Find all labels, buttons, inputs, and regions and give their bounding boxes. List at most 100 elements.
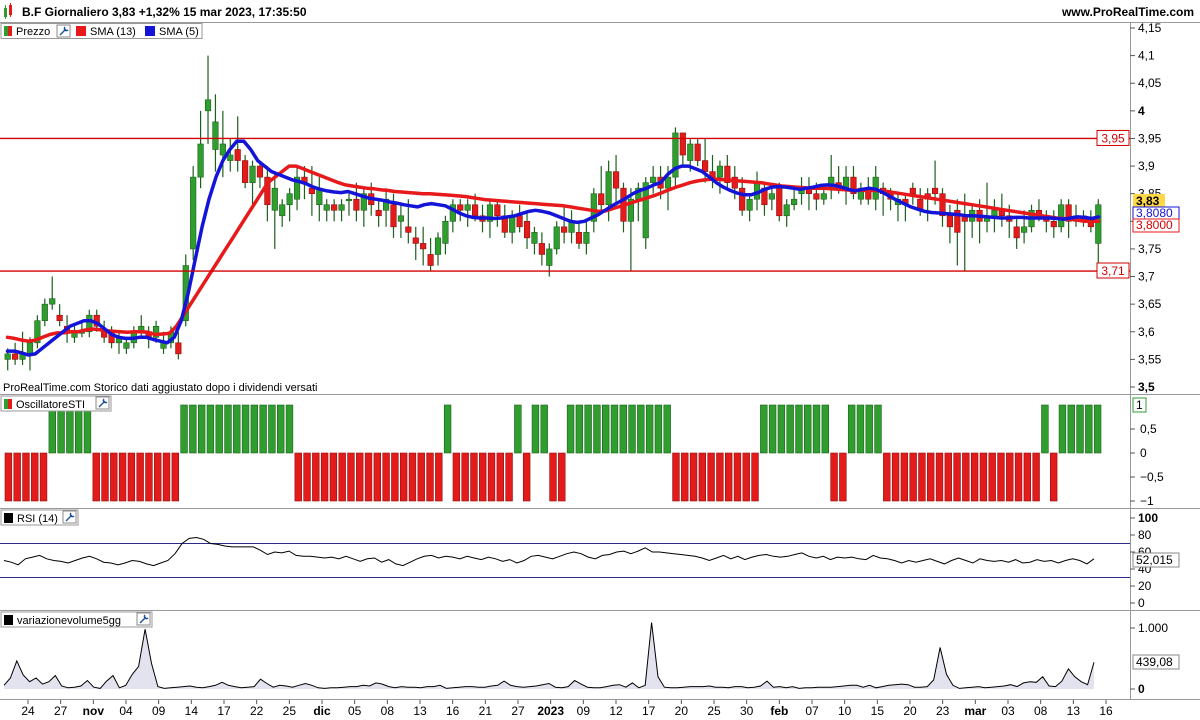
y-tick-label: 3,55 <box>1138 352 1162 366</box>
candle-body <box>197 143 204 178</box>
sti-bar <box>1058 404 1067 454</box>
sti-bar <box>136 452 144 502</box>
chart-canvas: B.F Giornaliero 3,83 +1,32% 15 mar 2023,… <box>0 0 1200 718</box>
rsi-line <box>3 536 1095 567</box>
sti-bar <box>48 404 57 454</box>
candle-body <box>353 198 360 211</box>
sti-bar <box>663 404 671 454</box>
sti-bar <box>1076 404 1084 454</box>
sti-bar <box>610 404 619 454</box>
sti-bar <box>197 404 206 454</box>
candle-body <box>531 232 538 244</box>
sti-bar <box>593 404 601 454</box>
y-tick-label: −0,5 <box>1140 470 1164 484</box>
sti-bar <box>927 452 935 502</box>
x-tick-label: 09 <box>152 704 166 718</box>
x-tick-label: 24 <box>21 704 35 718</box>
candle-body <box>768 193 775 200</box>
candle-body <box>26 342 34 355</box>
y-tick-label: 3,75 <box>1138 242 1162 256</box>
sti-bar <box>224 404 232 454</box>
x-tick-label: 25 <box>283 704 297 718</box>
sti-bar <box>382 452 390 502</box>
candle-body <box>204 99 212 112</box>
candle-body <box>219 143 226 156</box>
x-tick-label: 13 <box>1067 704 1081 718</box>
sti-legend[interactable]: OscillatoreSTI <box>0 395 112 412</box>
sti-bar <box>101 452 109 502</box>
legend-label-prezzo: Prezzo <box>16 26 50 38</box>
sti-bar <box>268 404 276 454</box>
sti-bar <box>628 404 636 454</box>
level-tag-label: 3,95 <box>1101 131 1125 145</box>
sti-bar <box>312 452 320 502</box>
y-tick-label: 3,9 <box>1138 159 1155 173</box>
x-tick-label: 09 <box>577 704 591 718</box>
sti-bar <box>206 404 215 454</box>
rsi-title: RSI (14) <box>17 513 58 525</box>
candle-body <box>457 204 464 211</box>
wrench-icon[interactable] <box>95 396 110 410</box>
rsi-value-label: 52,015 <box>1136 553 1173 567</box>
sti-bar <box>602 404 610 454</box>
wrench-icon[interactable] <box>62 510 77 524</box>
sti-bar <box>742 452 750 502</box>
candle-body <box>101 331 108 338</box>
candle-body <box>776 187 783 217</box>
candle-body <box>338 204 345 211</box>
candle-body <box>1050 221 1057 228</box>
y-tick-label: 0 <box>1138 682 1145 696</box>
sti-bar <box>672 452 680 502</box>
candle-body <box>546 248 553 266</box>
sti-bar <box>92 452 100 502</box>
rsi-legend[interactable]: RSI (14) <box>0 509 79 526</box>
candle-body <box>271 187 278 211</box>
sti-bar <box>303 452 311 502</box>
sti-bar <box>171 452 179 502</box>
sti-bar <box>417 452 425 502</box>
sti-bar <box>505 452 513 502</box>
sti-bar <box>760 404 768 454</box>
sti-bar <box>821 404 829 454</box>
y-tick-label: 100 <box>1138 511 1158 525</box>
sti-bar <box>549 452 557 502</box>
sti-bar <box>558 452 566 502</box>
sti-bar <box>1049 452 1058 502</box>
sti-bar <box>294 452 302 502</box>
candle-body <box>175 342 182 355</box>
sti-bar <box>654 404 663 454</box>
x-tick-label: 05 <box>348 704 362 718</box>
x-tick-label: 07 <box>805 704 819 718</box>
sti-bar <box>118 452 127 502</box>
sti-bar <box>865 404 873 454</box>
volume-value-label: 439,08 <box>1136 655 1173 669</box>
sti-bar <box>777 404 786 454</box>
candle-body <box>4 353 11 360</box>
sti-bar <box>637 404 645 454</box>
wrench-icon[interactable] <box>56 24 71 38</box>
candle-body <box>739 187 746 211</box>
x-tick-label: nov <box>83 704 105 718</box>
sti-bar <box>883 452 891 502</box>
sti-bar <box>162 452 171 502</box>
candle-body <box>234 149 241 161</box>
y-tick-label: 1.000 <box>1138 621 1168 635</box>
wrench-icon[interactable] <box>136 612 151 626</box>
sti-bar <box>830 452 838 502</box>
sti-bar <box>443 404 452 454</box>
x-tick-label: 20 <box>903 704 917 718</box>
volume-legend[interactable]: variazionevolume5gg <box>0 611 153 628</box>
candle-body <box>687 143 694 161</box>
x-tick-label: 17 <box>217 704 231 718</box>
candle-body <box>49 298 56 305</box>
volume-line <box>3 622 1095 689</box>
y-tick-label: −1 <box>1140 494 1154 508</box>
y-tick-label: 3,6 <box>1138 325 1155 339</box>
x-tick-label: 14 <box>185 704 199 718</box>
sti-bar <box>522 452 531 502</box>
sti-bar <box>31 452 39 502</box>
sti-bar <box>689 452 698 502</box>
x-tick-label: mar <box>964 704 986 718</box>
x-tick-label: 25 <box>707 704 721 718</box>
chart-title: B.F Giornaliero 3,83 +1,32% 15 mar 2023,… <box>22 5 307 19</box>
